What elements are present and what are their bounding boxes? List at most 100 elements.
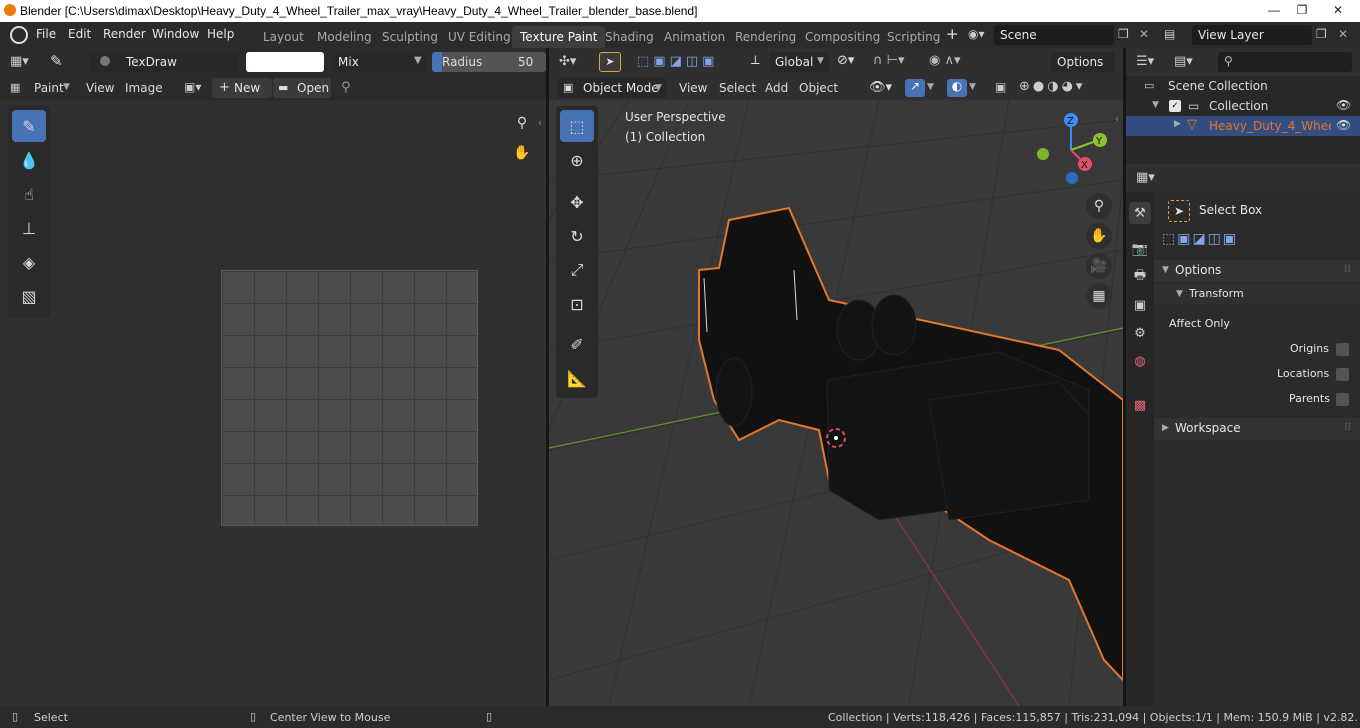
texture-tab-icon[interactable]: ▩ — [1129, 394, 1151, 416]
tool-tab-icon[interactable]: ⚒ — [1129, 202, 1151, 224]
menu-file[interactable]: File — [36, 27, 56, 41]
move-tool-icon[interactable]: ✥ — [560, 186, 594, 218]
smear-tool-icon[interactable]: ☝ — [12, 178, 46, 210]
viewport-scene[interactable] — [549, 100, 1123, 706]
eye-icon[interactable]: 👁 — [1336, 98, 1351, 112]
sidebar-toggle-icon[interactable]: ‹ — [538, 118, 542, 129]
scene-collection-label[interactable]: Scene Collection — [1168, 79, 1268, 93]
scene-selector-icon[interactable]: ◉▾ — [968, 27, 990, 43]
clone-tool-icon[interactable]: ⊥ — [12, 212, 46, 244]
tab-compositing[interactable]: Compositing — [797, 26, 888, 48]
editor-type-icon[interactable]: ▦▾ — [10, 54, 29, 69]
menu-view[interactable]: View — [679, 81, 707, 95]
overlays-toggle-icon[interactable]: ◐ — [947, 79, 967, 97]
fill-tool-icon[interactable]: ◈ — [12, 246, 46, 278]
editor-type-icon[interactable]: ✣▾ — [559, 54, 576, 69]
tab-shading[interactable]: Shading — [597, 26, 662, 48]
tab-scripting[interactable]: Scripting — [879, 26, 948, 48]
parents-checkbox[interactable] — [1336, 393, 1349, 406]
menu-window[interactable]: Window — [152, 27, 199, 41]
view-layer-tab-icon[interactable]: ▣ — [1129, 294, 1151, 316]
menu-edit[interactable]: Edit — [68, 27, 91, 41]
scene-tab-icon[interactable]: ⚙ — [1129, 322, 1151, 344]
editor-type-icon[interactable]: ☰▾ — [1136, 54, 1154, 69]
menu-render[interactable]: Render — [103, 27, 146, 41]
add-workspace-button[interactable]: + — [946, 25, 959, 43]
paint-mode-select[interactable]: Paint — [34, 81, 64, 95]
menu-help[interactable]: Help — [207, 27, 234, 41]
options-button[interactable]: Options — [1051, 52, 1115, 72]
scene-remove-icon[interactable]: ✕ — [1139, 27, 1149, 41]
collection-label[interactable]: Collection — [1209, 99, 1268, 113]
annotate-tool-icon[interactable]: ✐ — [560, 328, 594, 360]
tab-animation[interactable]: Animation — [656, 26, 733, 48]
display-mode-icon[interactable]: ▤▾ — [1174, 54, 1193, 69]
expand-arrow-icon[interactable]: ▶ — [1174, 119, 1181, 129]
rotate-tool-icon[interactable]: ↻ — [560, 220, 594, 252]
close-button[interactable]: ✕ — [1318, 0, 1358, 20]
workspace-panel-header[interactable]: ▶ Workspace ⁞⁞ — [1154, 418, 1360, 440]
3d-viewport[interactable]: ✣▾ ➤ ⬚▣◪◫▣ ⟂ Global ▼ ⊘▾ ∩ ⊢▾ ◉ ∧▾ Optio… — [549, 48, 1123, 706]
image-canvas[interactable] — [221, 270, 478, 526]
menu-image[interactable]: Image — [125, 81, 163, 95]
camera-view-icon[interactable]: 🎥 — [1086, 253, 1112, 279]
pan-hand-icon[interactable]: ✋ — [1086, 223, 1112, 249]
drag-handle-icon[interactable]: ⁞⁞ — [1344, 262, 1351, 275]
drag-handle-icon[interactable]: ⁞⁞ — [1344, 420, 1351, 433]
menu-add[interactable]: Add — [765, 81, 788, 95]
maximize-button[interactable]: ❐ — [1288, 0, 1316, 20]
collection-checkbox[interactable]: ✓ — [1169, 100, 1181, 112]
expand-arrow-icon[interactable]: ▼ — [1152, 100, 1159, 110]
options-panel-header[interactable]: ▼ Options ⁞⁞ — [1154, 260, 1360, 282]
radius-slider[interactable]: Radius 50 px — [432, 52, 546, 72]
mask-tool-icon[interactable]: ▧ — [12, 280, 46, 312]
shading-mode-icons[interactable]: ⊕●◑◕▾ — [1019, 79, 1085, 94]
object-label[interactable]: Heavy_Duty_4_Wheel_Ti — [1209, 119, 1331, 133]
snap-icon[interactable]: ∩ ⊢▾ — [873, 53, 905, 68]
view-layer-remove-icon[interactable]: ✕ — [1338, 27, 1348, 41]
tab-layout[interactable]: Layout — [255, 26, 312, 48]
ortho-toggle-icon[interactable]: ▦ — [1086, 283, 1112, 309]
transform-tool-icon[interactable]: ⊡ — [560, 288, 594, 320]
render-tab-icon[interactable]: 📷 — [1129, 238, 1151, 260]
scene-name-field[interactable]: Scene — [994, 25, 1114, 45]
menu-view[interactable]: View — [86, 81, 114, 95]
origins-checkbox[interactable] — [1336, 343, 1349, 356]
brush-tool-icon[interactable]: ✎ — [50, 52, 63, 70]
outliner-search-input[interactable] — [1218, 52, 1352, 72]
outliner-object-row[interactable]: ▶ ▽ Heavy_Duty_4_Wheel_Ti 👁 — [1126, 116, 1360, 136]
object-mode-select[interactable]: Object Mode — [557, 78, 667, 98]
menu-object[interactable]: Object — [799, 81, 838, 95]
editor-type-icon[interactable]: ▦▾ — [1136, 170, 1155, 185]
tab-rendering[interactable]: Rendering — [727, 26, 804, 48]
visibility-icon[interactable]: 👁▾ — [869, 80, 892, 95]
output-tab-icon[interactable]: 🖶 — [1129, 266, 1151, 288]
select-mode-icons[interactable]: ⬚▣◪◫▣ — [637, 54, 718, 69]
blender-menu-icon[interactable] — [10, 26, 28, 44]
tab-sculpting[interactable]: Sculpting — [374, 26, 446, 48]
minimize-button[interactable]: — — [1260, 0, 1288, 20]
brush-name-field[interactable]: TexDraw — [90, 52, 238, 72]
sidebar-toggle-icon[interactable]: ‹ — [1115, 114, 1119, 125]
measure-tool-icon[interactable]: 📐 — [560, 362, 594, 394]
draw-tool-icon[interactable]: ✎ — [12, 110, 46, 142]
select-box-tool-icon[interactable]: ⬚ — [560, 110, 594, 142]
cursor-tool-icon[interactable]: ⊕ — [560, 144, 594, 176]
view-layer-copy-icon[interactable]: ❐ — [1316, 27, 1327, 41]
xray-toggle-icon[interactable]: ▣ — [995, 80, 1006, 94]
view-layer-field[interactable]: View Layer — [1192, 25, 1312, 45]
tab-texture-paint[interactable]: Texture Paint — [512, 26, 606, 48]
pivot-icon[interactable]: ⊘▾ — [837, 53, 854, 68]
pan-hand-icon[interactable]: ✋ — [509, 140, 535, 166]
zoom-icon[interactable]: ⚲ — [509, 110, 535, 136]
menu-select[interactable]: Select — [719, 81, 756, 95]
tab-uv-editing[interactable]: UV Editing — [440, 26, 519, 48]
navigation-gizmo[interactable]: Z Y X — [1031, 110, 1111, 190]
locations-checkbox[interactable] — [1336, 368, 1349, 381]
select-tool-icon[interactable]: ➤ — [599, 52, 621, 72]
select-mode-icons[interactable]: ⬚▣◪◫▣ — [1162, 231, 1238, 247]
pin-icon[interactable]: ⚲ — [341, 80, 351, 95]
zoom-icon[interactable]: ⚲ — [1086, 193, 1112, 219]
gizmo-toggle-icon[interactable]: ↗ — [905, 79, 925, 97]
transform-subpanel-header[interactable]: ▼ Transform — [1154, 284, 1360, 304]
